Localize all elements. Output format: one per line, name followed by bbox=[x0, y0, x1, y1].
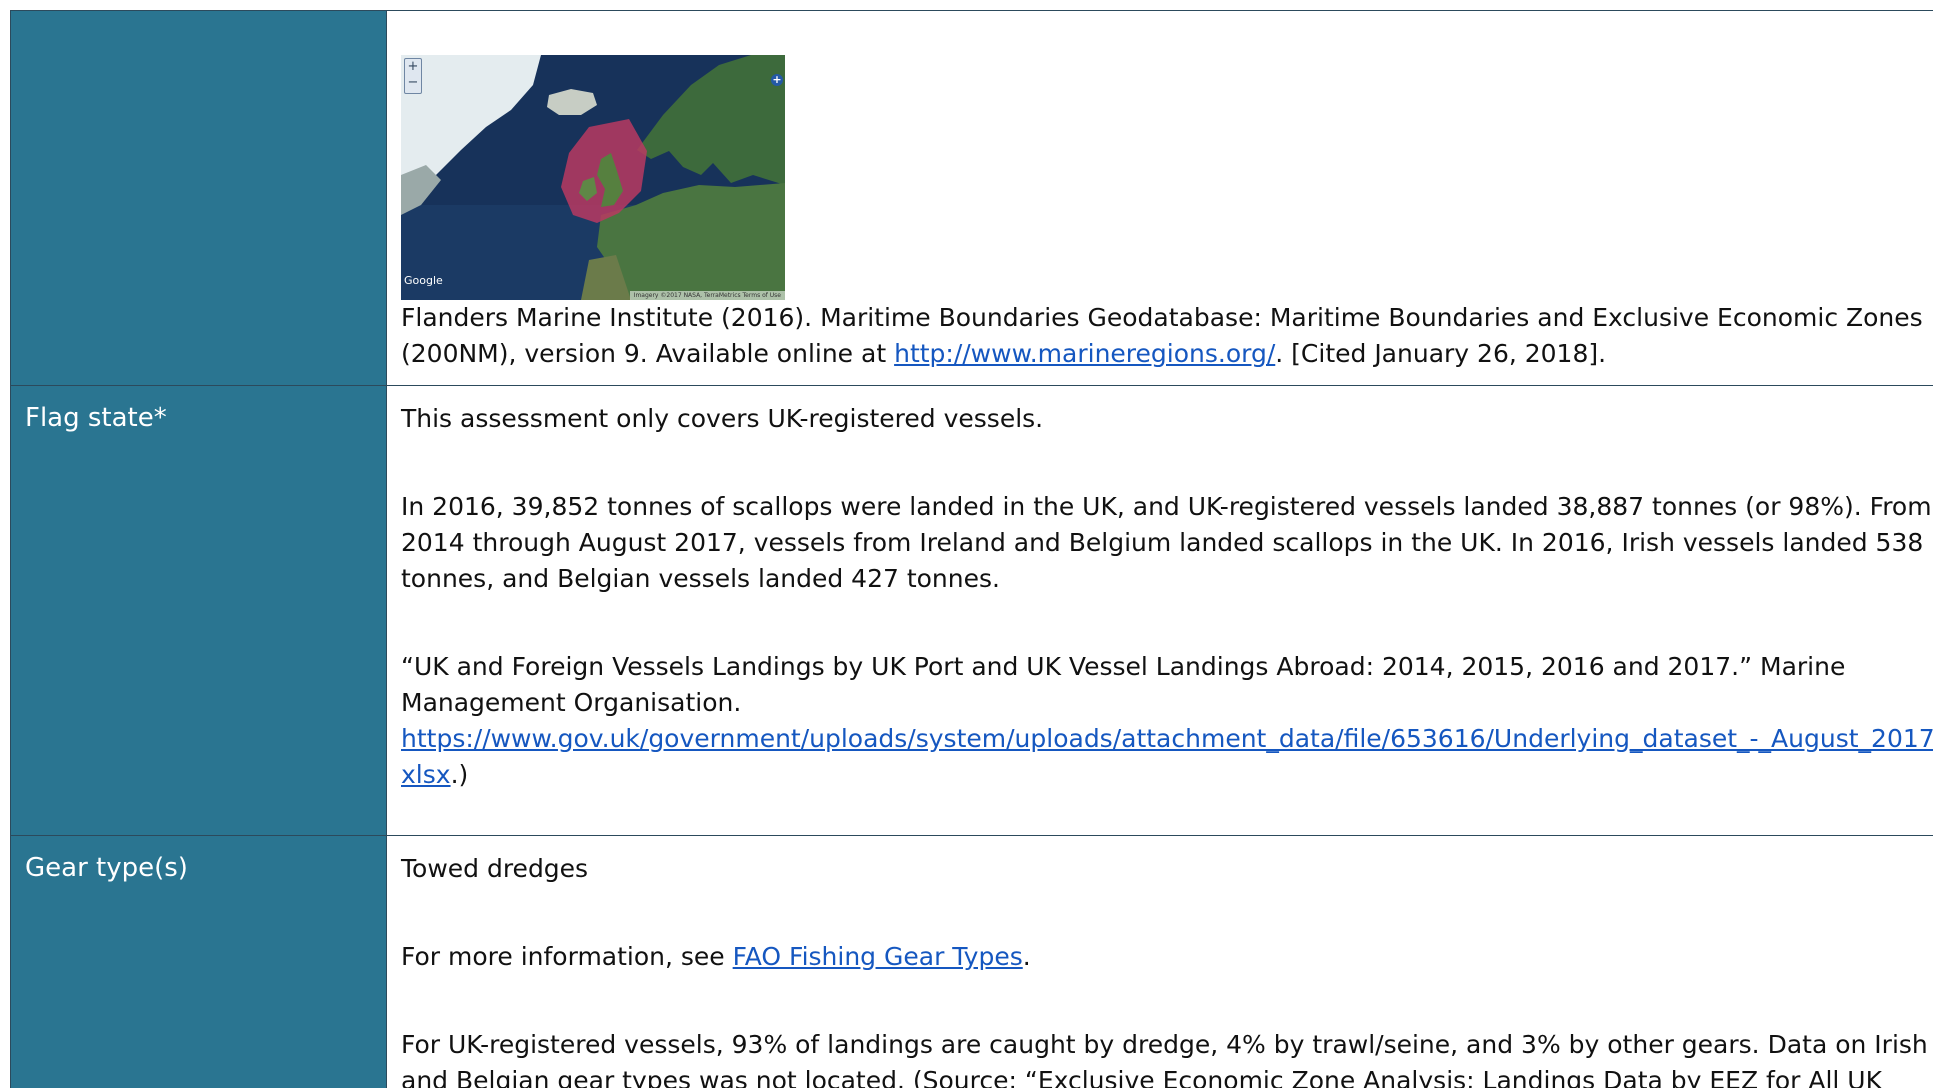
flag-state-row: Flag state* This assessment only covers … bbox=[10, 385, 1933, 836]
flag-state-citation: “UK and Foreign Vessels Landings by UK P… bbox=[401, 652, 1846, 717]
eez-map-imagery bbox=[401, 55, 785, 300]
marineregions-link[interactable]: http://www.marineregions.org/ bbox=[894, 339, 1275, 368]
gear-type-para-2: For more information, see FAO Fishing Ge… bbox=[401, 939, 1933, 975]
zoom-out-button[interactable]: − bbox=[405, 75, 421, 91]
flag-state-citation-link-line: https://www.gov.uk/government/uploads/sy… bbox=[401, 721, 1933, 793]
map-row: + − + Google Imagery ©2017 NASA, TerraMe… bbox=[10, 10, 1933, 386]
flag-state-label: Flag state* bbox=[10, 385, 387, 836]
gear-type-label: Gear type(s) bbox=[10, 835, 387, 1088]
map-row-label-cell bbox=[10, 10, 387, 386]
map-caption-end: . [Cited January 26, 2018]. bbox=[1275, 339, 1607, 368]
page: + − + Google Imagery ©2017 NASA, TerraMe… bbox=[0, 0, 1933, 1088]
google-logo: Google bbox=[404, 274, 443, 287]
map-row-content-cell: + − + Google Imagery ©2017 NASA, TerraMe… bbox=[386, 10, 1933, 386]
flag-state-content: This assessment only covers UK-registere… bbox=[386, 385, 1933, 836]
zoom-control[interactable]: + − bbox=[404, 58, 422, 94]
zoom-in-button[interactable]: + bbox=[405, 59, 421, 75]
flag-state-para-2: In 2016, 39,852 tonnes of scallops were … bbox=[401, 492, 1932, 593]
flag-state-citation-end: .) bbox=[450, 760, 469, 789]
gear-type-content: Towed dredges For more information, see … bbox=[386, 835, 1933, 1088]
gear-type-para-2-text: For more information, see bbox=[401, 942, 733, 971]
gear-type-para-2-end: . bbox=[1022, 942, 1031, 971]
layers-icon[interactable]: + bbox=[771, 74, 783, 86]
map-caption: Flanders Marine Institute (2016). Mariti… bbox=[401, 300, 1933, 372]
map-attribution[interactable]: Imagery ©2017 NASA, TerraMetrics Terms o… bbox=[629, 291, 785, 300]
gov-uk-dataset-link[interactable]: https://www.gov.uk/government/uploads/sy… bbox=[401, 724, 1933, 789]
gear-type-para-3: For UK-registered vessels, 93% of landin… bbox=[401, 1030, 1928, 1088]
eez-map[interactable]: + − + Google Imagery ©2017 NASA, TerraMe… bbox=[401, 55, 785, 300]
gear-type-row: Gear type(s) Towed dredges For more info… bbox=[10, 835, 1933, 1088]
fao-gear-types-link[interactable]: FAO Fishing Gear Types bbox=[733, 942, 1023, 971]
fishery-info-table: + − + Google Imagery ©2017 NASA, TerraMe… bbox=[10, 10, 1933, 1088]
gear-type-para-1: Towed dredges bbox=[401, 854, 589, 883]
flag-state-para-1: This assessment only covers UK-registere… bbox=[401, 404, 1044, 433]
